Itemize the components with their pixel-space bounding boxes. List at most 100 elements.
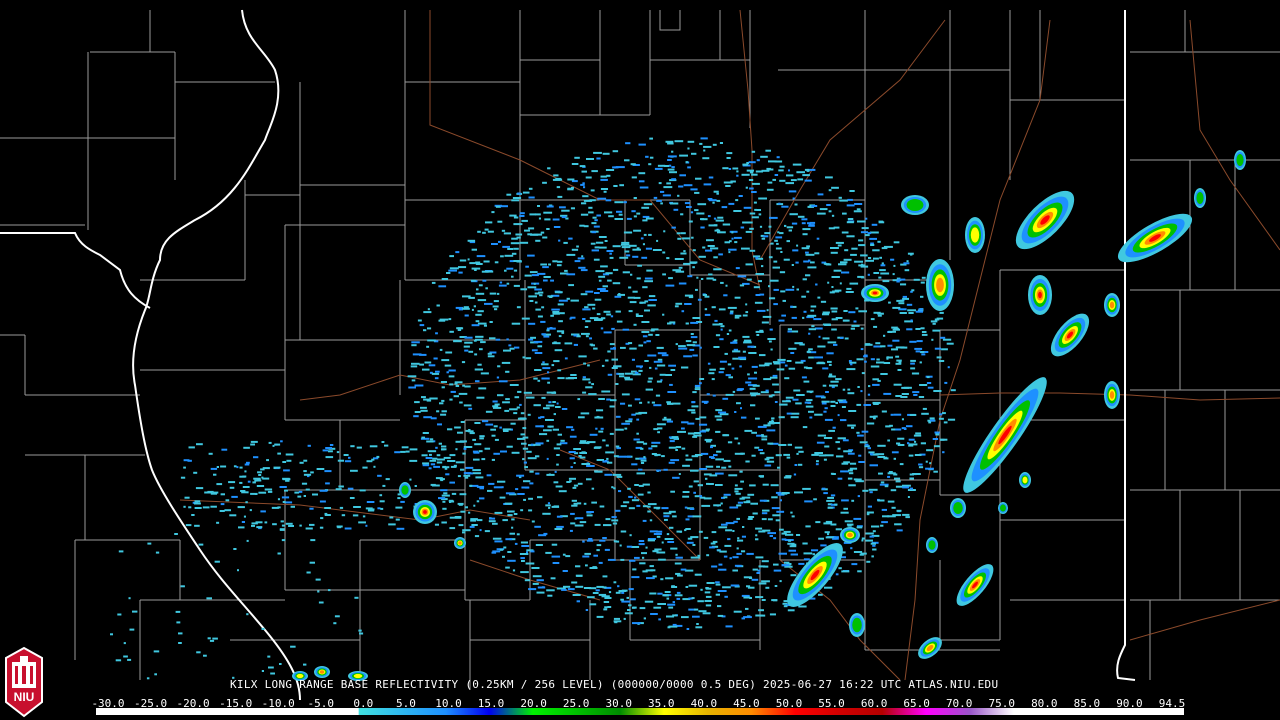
- echo-pixel: [871, 223, 878, 226]
- echo-pixel: [282, 501, 286, 503]
- echo-pixel: [475, 320, 480, 323]
- echo-pixel: [229, 514, 237, 517]
- echo-pixel: [552, 260, 558, 263]
- echo-pixel: [571, 504, 578, 507]
- echo-pixel: [717, 216, 724, 219]
- echo-pixel: [843, 319, 850, 322]
- echo-pixel: [607, 558, 616, 561]
- echo-pixel: [515, 233, 523, 236]
- echo-pixel: [353, 506, 361, 508]
- echo-pixel: [435, 370, 440, 373]
- echo-pixel: [734, 316, 740, 319]
- echo-pixel: [502, 401, 510, 404]
- echo-pixel: [919, 361, 922, 364]
- echo-pixel: [455, 448, 458, 451]
- echo-pixel: [778, 169, 784, 172]
- echo-pixel: [511, 252, 517, 255]
- echo-pixel: [671, 166, 675, 169]
- echo-pixel: [504, 254, 514, 257]
- echo-pixel: [343, 454, 349, 456]
- echo-pixel: [464, 476, 469, 479]
- echo-pixel: [552, 312, 560, 315]
- echo-pixel: [520, 412, 525, 415]
- echo-pixel: [667, 142, 674, 145]
- echo-pixel: [315, 578, 321, 581]
- echo-pixel: [477, 230, 481, 233]
- echo-pixel: [746, 169, 754, 172]
- echo-pixel: [534, 288, 542, 291]
- echo-pixel: [283, 469, 290, 472]
- echo-pixel: [749, 187, 754, 190]
- echo-pixel: [816, 460, 819, 463]
- echo-pixel: [552, 218, 560, 221]
- echo-pixel: [523, 391, 532, 394]
- echo-pixel: [668, 277, 673, 280]
- echo-pixel: [258, 474, 262, 476]
- echo-pixel: [598, 398, 605, 400]
- echo-pixel: [629, 559, 636, 562]
- echo-pixel: [674, 562, 682, 565]
- echo-pixel: [627, 609, 631, 611]
- echo-pixel: [492, 550, 501, 553]
- echo-pixel: [422, 432, 429, 434]
- echo-pixel: [856, 358, 864, 361]
- echo-pixel: [426, 440, 434, 443]
- echo-pixel: [934, 318, 940, 321]
- echo-pixel: [294, 491, 300, 494]
- echo-pixel: [503, 546, 507, 549]
- echo-pixel: [207, 490, 214, 493]
- echo-pixel: [499, 496, 506, 499]
- echo-pixel: [396, 527, 405, 530]
- echo-pixel: [775, 236, 783, 239]
- echo-pixel: [449, 383, 454, 386]
- echo-pixel: [530, 443, 534, 446]
- echo-pixel: [587, 596, 595, 599]
- echo-pixel: [895, 362, 902, 365]
- echo-pixel: [281, 539, 286, 542]
- echo-pixel: [802, 487, 811, 490]
- echo-pixel: [773, 303, 778, 306]
- echo-pixel: [700, 588, 703, 591]
- echo-pixel: [478, 450, 483, 453]
- echo-pixel: [277, 452, 281, 455]
- echo-pixel: [731, 231, 734, 234]
- echo-pixel: [672, 614, 678, 617]
- echo-pixel: [613, 347, 616, 349]
- echo-pixel: [584, 552, 591, 555]
- echo-pixel: [940, 438, 948, 441]
- echo-pixel: [443, 492, 448, 495]
- echo-pixel: [747, 518, 753, 520]
- echo-pixel: [629, 301, 637, 304]
- echo-pixel: [525, 562, 535, 565]
- echo-pixel: [458, 392, 468, 395]
- echo-pixel: [582, 378, 591, 381]
- echo-pixel: [700, 278, 704, 280]
- echo-pixel: [644, 600, 654, 603]
- echo-pixel: [691, 236, 694, 239]
- echo-pixel: [517, 417, 527, 420]
- echo-pixel: [299, 461, 304, 464]
- echo-pixel: [932, 322, 936, 325]
- echo-pixel: [608, 215, 614, 218]
- echo-pixel: [220, 503, 225, 506]
- echo-pixel: [814, 252, 820, 255]
- echo-pixel: [487, 352, 492, 355]
- echo-pixel: [441, 359, 450, 362]
- echo-pixel: [359, 489, 366, 492]
- echo-pixel: [694, 388, 701, 391]
- echo-pixel: [467, 258, 470, 261]
- echo-pixel: [527, 254, 535, 257]
- echo-pixel: [533, 377, 538, 380]
- echo-pixel: [424, 361, 432, 364]
- echo-pixel: [483, 260, 490, 263]
- echo-pixel: [842, 388, 846, 391]
- echo-pixel: [479, 437, 484, 440]
- echo-pixel: [535, 425, 544, 428]
- echo-pixel: [498, 284, 507, 287]
- echo-pixel: [298, 490, 303, 493]
- echo-pixel: [748, 516, 755, 518]
- echo-pixel: [547, 425, 554, 428]
- echo-pixel: [522, 458, 525, 461]
- echo-pixel: [624, 250, 630, 253]
- echo-pixel: [591, 501, 597, 504]
